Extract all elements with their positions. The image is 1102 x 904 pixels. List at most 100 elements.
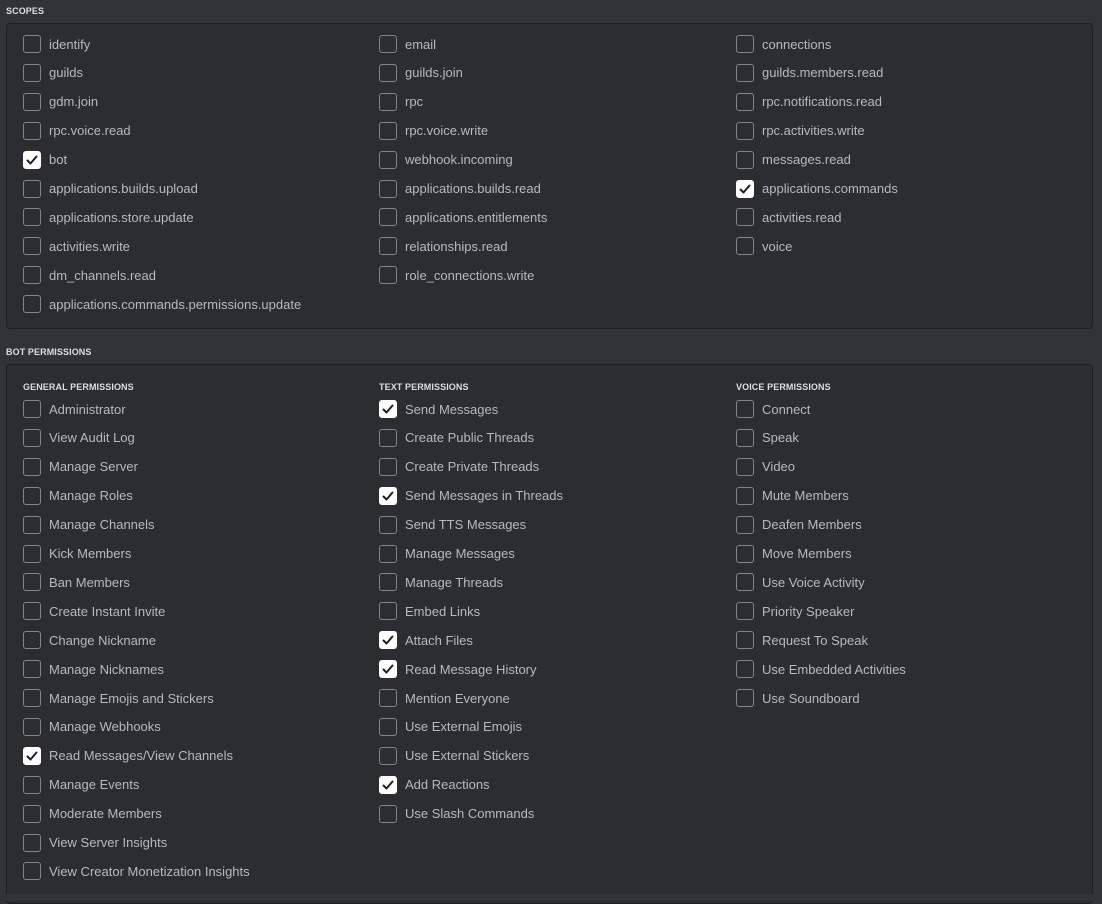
manage-roles-checkbox[interactable]: [23, 486, 41, 505]
option-attach-files[interactable]: Attach Files: [379, 629, 473, 651]
option-applications-commands-permissions-update[interactable]: applications.commands.permissions.update: [23, 293, 301, 315]
option-messages-read[interactable]: messages.read: [736, 149, 851, 171]
option-dm-channels-read[interactable]: dm_channels.read: [23, 264, 156, 286]
option-applications-commands[interactable]: applications.commands: [736, 178, 898, 200]
option-read-messages-view-channels[interactable]: Read Messages/View Channels: [23, 745, 233, 767]
send-tts-messages-checkbox[interactable]: [379, 515, 397, 534]
option-applications-builds-read[interactable]: applications.builds.read: [379, 178, 541, 200]
option-rpc-notifications-read[interactable]: rpc.notifications.read: [736, 91, 882, 113]
option-voice[interactable]: voice: [736, 235, 792, 257]
rpc-notifications-read-checkbox[interactable]: [736, 92, 754, 111]
use-embedded-activities-checkbox[interactable]: [736, 660, 754, 679]
option-send-messages[interactable]: Send Messages: [379, 398, 498, 420]
priority-speaker-checkbox[interactable]: [736, 602, 754, 621]
activities-read-checkbox[interactable]: [736, 208, 754, 227]
use-external-emojis-checkbox[interactable]: [379, 717, 397, 736]
guilds-members-read-checkbox[interactable]: [736, 63, 754, 82]
option-administrator[interactable]: Administrator: [23, 398, 126, 420]
manage-nicknames-checkbox[interactable]: [23, 660, 41, 679]
option-view-server-insights[interactable]: View Server Insights: [23, 832, 167, 854]
speak-checkbox[interactable]: [736, 428, 754, 447]
option-manage-channels[interactable]: Manage Channels: [23, 514, 155, 536]
gdm-join-checkbox[interactable]: [23, 92, 41, 111]
option-rpc[interactable]: rpc: [379, 91, 423, 113]
video-checkbox[interactable]: [736, 457, 754, 476]
email-checkbox[interactable]: [379, 35, 397, 53]
applications-store-update-checkbox[interactable]: [23, 208, 41, 227]
option-relationships-read[interactable]: relationships.read: [379, 235, 508, 257]
option-activities-write[interactable]: activities.write: [23, 235, 130, 257]
voice-checkbox[interactable]: [736, 237, 754, 256]
manage-emojis-and-stickers-checkbox[interactable]: [23, 689, 41, 707]
move-members-checkbox[interactable]: [736, 544, 754, 563]
activities-write-checkbox[interactable]: [23, 237, 41, 256]
manage-server-checkbox[interactable]: [23, 457, 41, 476]
create-private-threads-checkbox[interactable]: [379, 457, 397, 476]
option-create-instant-invite[interactable]: Create Instant Invite: [23, 600, 165, 622]
create-instant-invite-checkbox[interactable]: [23, 602, 41, 621]
option-manage-threads[interactable]: Manage Threads: [379, 571, 503, 593]
option-send-tts-messages[interactable]: Send TTS Messages: [379, 514, 526, 536]
option-mention-everyone[interactable]: Mention Everyone: [379, 687, 510, 709]
applications-builds-upload-checkbox[interactable]: [23, 179, 41, 198]
relationships-read-checkbox[interactable]: [379, 237, 397, 256]
read-message-history-checkbox[interactable]: [379, 660, 397, 679]
rpc-checkbox[interactable]: [379, 92, 397, 111]
bot-checkbox[interactable]: [23, 150, 41, 169]
manage-messages-checkbox[interactable]: [379, 544, 397, 563]
view-server-insights-checkbox[interactable]: [23, 833, 41, 852]
option-use-soundboard[interactable]: Use Soundboard: [736, 687, 860, 709]
option-use-external-emojis[interactable]: Use External Emojis: [379, 716, 522, 738]
option-use-slash-commands[interactable]: Use Slash Commands: [379, 803, 534, 825]
option-mute-members[interactable]: Mute Members: [736, 485, 849, 507]
view-audit-log-checkbox[interactable]: [23, 428, 41, 447]
option-request-to-speak[interactable]: Request To Speak: [736, 629, 868, 651]
option-webhook-incoming[interactable]: webhook.incoming: [379, 149, 513, 171]
option-send-messages-in-threads[interactable]: Send Messages in Threads: [379, 485, 563, 507]
administrator-checkbox[interactable]: [23, 400, 41, 418]
guilds-checkbox[interactable]: [23, 63, 41, 82]
option-manage-events[interactable]: Manage Events: [23, 774, 139, 796]
option-applications-store-update[interactable]: applications.store.update: [23, 206, 194, 228]
option-role-connections-write[interactable]: role_connections.write: [379, 264, 534, 286]
option-connections[interactable]: connections: [736, 33, 831, 55]
request-to-speak-checkbox[interactable]: [736, 631, 754, 650]
use-soundboard-checkbox[interactable]: [736, 689, 754, 707]
use-slash-commands-checkbox[interactable]: [379, 804, 397, 823]
applications-entitlements-checkbox[interactable]: [379, 208, 397, 227]
option-speak[interactable]: Speak: [736, 427, 799, 449]
option-embed-links[interactable]: Embed Links: [379, 600, 480, 622]
option-guilds-join[interactable]: guilds.join: [379, 62, 463, 84]
deafen-members-checkbox[interactable]: [736, 515, 754, 534]
option-read-message-history[interactable]: Read Message History: [379, 658, 537, 680]
rpc-activities-write-checkbox[interactable]: [736, 121, 754, 140]
manage-threads-checkbox[interactable]: [379, 573, 397, 592]
moderate-members-checkbox[interactable]: [23, 804, 41, 823]
role-connections-write-checkbox[interactable]: [379, 266, 397, 285]
option-guilds[interactable]: guilds: [23, 62, 83, 84]
option-manage-messages[interactable]: Manage Messages: [379, 543, 515, 565]
option-manage-roles[interactable]: Manage Roles: [23, 485, 133, 507]
option-email[interactable]: email: [379, 33, 436, 55]
option-video[interactable]: Video: [736, 456, 795, 478]
manage-webhooks-checkbox[interactable]: [23, 717, 41, 736]
mention-everyone-checkbox[interactable]: [379, 689, 397, 707]
kick-members-checkbox[interactable]: [23, 544, 41, 563]
option-use-embedded-activities[interactable]: Use Embedded Activities: [736, 658, 906, 680]
manage-channels-checkbox[interactable]: [23, 515, 41, 534]
option-create-private-threads[interactable]: Create Private Threads: [379, 456, 539, 478]
option-manage-emojis-and-stickers[interactable]: Manage Emojis and Stickers: [23, 687, 214, 709]
option-view-creator-monetization-insights[interactable]: View Creator Monetization Insights: [23, 860, 250, 882]
use-external-stickers-checkbox[interactable]: [379, 746, 397, 765]
option-applications-builds-upload[interactable]: applications.builds.upload: [23, 178, 198, 200]
rpc-voice-write-checkbox[interactable]: [379, 121, 397, 140]
ban-members-checkbox[interactable]: [23, 573, 41, 592]
applications-commands-checkbox[interactable]: [736, 179, 754, 198]
option-bot[interactable]: bot: [23, 149, 67, 171]
option-gdm-join[interactable]: gdm.join: [23, 91, 98, 113]
view-creator-monetization-insights-checkbox[interactable]: [23, 862, 41, 881]
attach-files-checkbox[interactable]: [379, 631, 397, 650]
dm-channels-read-checkbox[interactable]: [23, 266, 41, 285]
manage-events-checkbox[interactable]: [23, 775, 41, 794]
option-kick-members[interactable]: Kick Members: [23, 543, 131, 565]
